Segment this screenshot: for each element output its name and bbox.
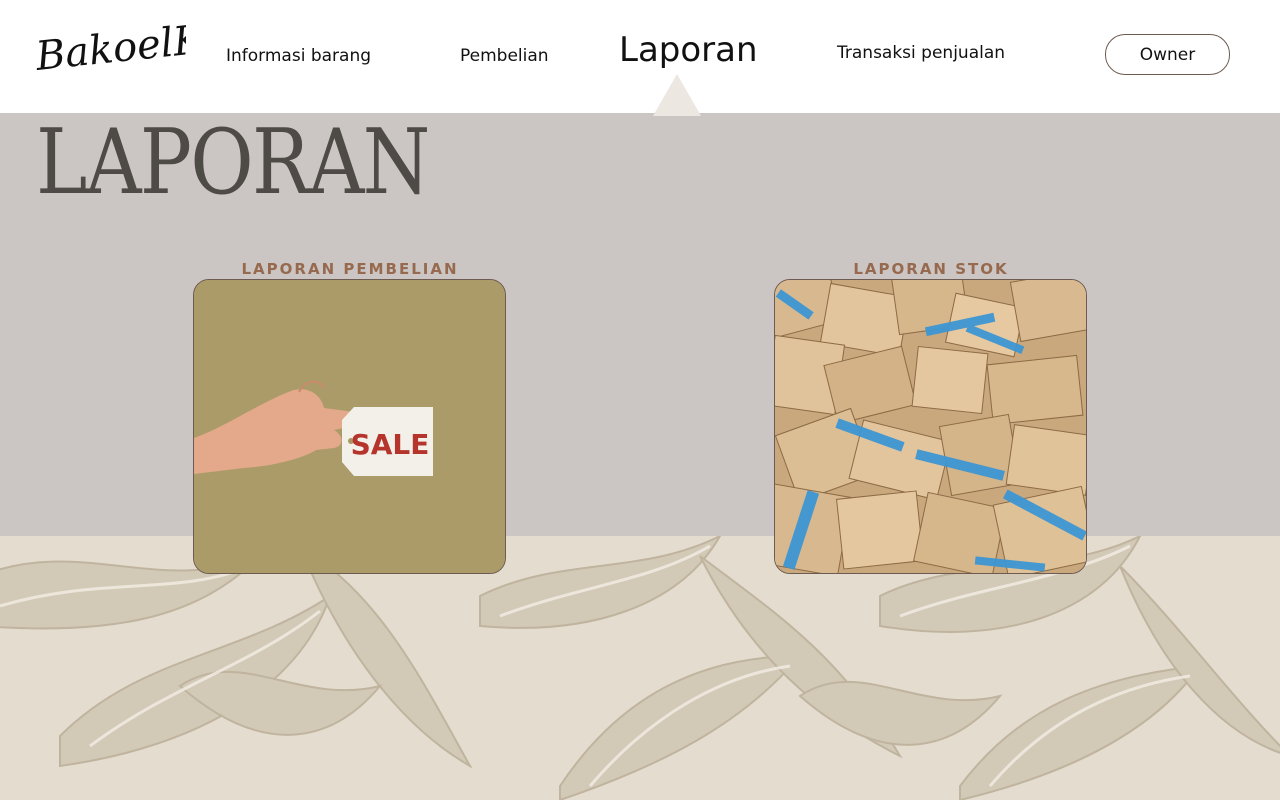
stone-relief-background (0, 536, 1280, 800)
nav-pembelian[interactable]: Pembelian (460, 46, 549, 66)
sale-tag-text: SALE (351, 428, 430, 461)
card-label-laporan-stok: LAPORAN STOK (853, 260, 1009, 278)
nav-informasi-barang[interactable]: Informasi barang (226, 46, 371, 66)
nav-transaksi-penjualan[interactable]: Transaksi penjualan (837, 43, 1005, 63)
top-navigation-bar: BakoelKaos Informasi barang Pembelian La… (0, 0, 1280, 116)
brand-logo[interactable]: BakoelKaos (34, 14, 186, 90)
nav-laporan[interactable]: Laporan (619, 30, 758, 70)
card-label-laporan-pembelian: LAPORAN PEMBELIAN (241, 260, 459, 278)
sale-tag-image: SALE (194, 280, 505, 573)
active-nav-indicator (653, 74, 701, 116)
laporan-stok-card[interactable] (774, 279, 1087, 574)
laporan-pembelian-card[interactable]: SALE (193, 279, 506, 574)
cardboard-boxes-image (775, 280, 1086, 573)
logo-text: BakoelKaos (34, 14, 186, 80)
owner-button[interactable]: Owner (1105, 34, 1230, 75)
page-title: LAPORAN (36, 110, 430, 215)
